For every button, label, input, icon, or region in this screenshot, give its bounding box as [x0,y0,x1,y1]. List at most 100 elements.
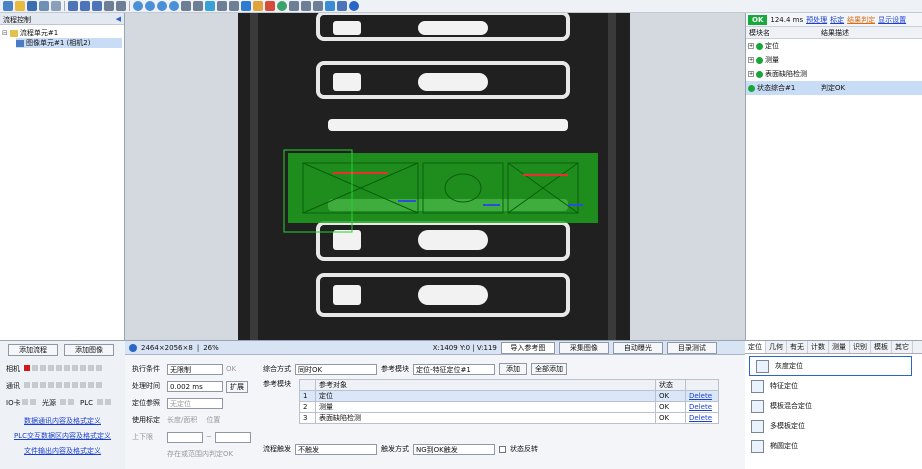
delete-link[interactable]: Delete [685,401,719,413]
tree-item-image-unit[interactable]: 图像单元#1 (相机2) [16,38,122,48]
settings-icon[interactable] [337,1,347,11]
zoom-fit-icon[interactable] [92,1,102,11]
pause-icon[interactable] [157,1,167,11]
add-button[interactable]: 添加 [499,363,527,375]
time-field[interactable]: 0.002 ms [167,381,223,392]
trigger-mode-select[interactable]: NG到OK触发 [413,443,495,455]
tool-label: 模板混合定位 [770,402,812,410]
tool-template-mixed-locate[interactable]: 模板混合定位 [745,396,922,416]
range-min-field[interactable] [167,432,203,443]
roi-icon[interactable] [181,1,191,11]
table-row[interactable]: 2 测量 OK Delete [299,401,719,413]
add-all-button[interactable]: 全部添加 [531,363,567,375]
link-result-judge[interactable]: 结果判定 [847,15,875,25]
zoom-out-icon[interactable] [80,1,90,11]
grid-icon[interactable] [205,1,215,11]
tab-other[interactable]: 其它 [892,341,913,353]
run-icon[interactable] [133,1,143,11]
exec-condition-select[interactable]: 无限制 [167,364,223,375]
capture-image-button[interactable]: 采集图像 [558,341,609,354]
length-checkbox[interactable]: 长度/面积 [167,412,197,429]
expand-icon[interactable] [241,1,251,11]
io-icon[interactable] [313,1,323,11]
trigger-select[interactable]: 不触发 [295,443,377,455]
gear-icon[interactable] [277,1,287,11]
link-preprocess[interactable]: 预处理 [806,15,827,25]
module-row[interactable]: + 测量 [746,53,922,67]
tab-recognize[interactable]: 识别 [850,341,871,353]
io-status-row: IO卡 光源 PLC [6,395,119,412]
link-comm-format[interactable]: 数据通讯内容及格式定义 [0,414,125,429]
module-name: 定位 [765,42,779,50]
link-file-format[interactable]: 文件输出内容及格式定义 [0,444,125,459]
open-icon[interactable] [15,1,25,11]
exec-label: 执行条件 [132,365,160,373]
camera-status-row: 相机 [6,361,119,378]
camera-icon[interactable] [253,1,263,11]
tool-feature-locate[interactable]: 特征定位 [745,376,922,396]
table-row[interactable]: 1 定位 OK Delete [299,390,719,402]
link-display-settings[interactable]: 显示设置 [878,15,906,25]
step-icon[interactable] [145,1,155,11]
import-reference-button[interactable]: 导入参考图 [500,341,555,354]
ok-check-icon [756,56,763,64]
combine-select[interactable]: 同时OK [295,363,377,375]
save-icon[interactable] [27,1,37,11]
zoom-in-icon[interactable] [68,1,78,11]
module-row-selected[interactable]: 状态综合#1 判定OK [746,81,922,95]
module-row[interactable]: + 表面缺陷检测 [746,67,922,81]
tool-multi-template-locate[interactable]: 多模板定位 [745,416,922,436]
ellipse-locate-icon [751,439,764,453]
tab-locate[interactable]: 定位 [745,341,766,353]
fit-icon[interactable] [229,1,239,11]
rect-icon[interactable] [193,1,203,11]
tree-label: 图像单元#1 (相机2) [26,39,91,47]
expand-button[interactable]: 扩展 [226,380,248,393]
auto-exposure-button[interactable]: 自动曝光 [612,341,663,354]
crosshair-icon[interactable] [116,1,126,11]
inspection-image[interactable] [238,13,630,340]
tool-palette: 定位 几何 有无 计数 测量 识别 模板 其它 灰度定位 特征定位 模板混合定位… [745,340,922,469]
delete-link[interactable]: Delete [685,412,719,424]
info-icon[interactable] [349,1,359,11]
directory-test-button[interactable]: 目录测试 [666,341,717,354]
row-label: 通讯 [6,382,20,390]
ref-select[interactable]: 无定位 [167,398,223,409]
pin-icon[interactable] [265,1,275,11]
eye-icon[interactable] [104,1,114,11]
tab-geometry[interactable]: 几何 [766,341,787,353]
add-flow-button[interactable]: 添加流程 [8,344,58,356]
zoom-level: 26% [203,343,219,352]
tool-ellipse-locate[interactable]: 椭圆定位 [745,436,922,456]
tool-gray-locate[interactable]: 灰度定位 [749,356,912,376]
invert-checkbox[interactable] [499,445,506,453]
ok-checkbox[interactable]: OK [226,361,236,378]
delete-link[interactable]: Delete [685,390,719,402]
tab-presence[interactable]: 有无 [787,341,808,353]
expand-icon[interactable]: + [748,71,754,77]
signal-icon[interactable] [301,1,311,11]
collapse-icon[interactable]: ◀ [116,15,121,23]
table-row[interactable]: 3 表面缺陷检测 OK Delete [299,412,719,424]
expand-icon[interactable]: + [748,57,754,63]
expand-icon[interactable]: + [748,43,754,49]
tab-measure[interactable]: 测量 [829,341,850,353]
add-image-button[interactable]: 添加图像 [64,344,114,356]
tab-count[interactable]: 计数 [808,341,829,353]
link-calibration[interactable]: 标定 [830,15,844,25]
ruler-icon[interactable] [217,1,227,11]
network-icon[interactable] [325,1,335,11]
position-checkbox[interactable]: 位置 [206,412,220,429]
range-judge-checkbox[interactable]: 存在或范围内判定OK [132,446,252,463]
module-row[interactable]: + 定位 [746,39,922,53]
light-icon[interactable] [289,1,299,11]
ref-module-select[interactable]: 定位-特征定位#1 [413,363,495,375]
tree-item-flow-unit[interactable]: ⊟ 流程单元#1 [2,28,122,38]
link-plc-format[interactable]: PLC交互数据区内容及格式定义 [0,429,125,444]
new-icon[interactable] [3,1,13,11]
save-as-icon[interactable] [39,1,49,11]
tab-template[interactable]: 模板 [871,341,892,353]
range-max-field[interactable] [214,432,251,443]
device-icon[interactable] [51,1,61,11]
stop-icon[interactable] [169,1,179,11]
